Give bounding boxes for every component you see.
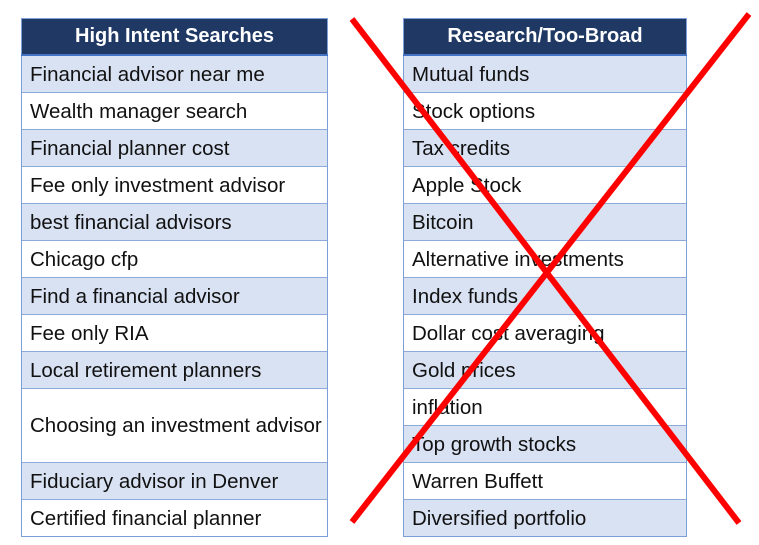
table-cell: Diversified portfolio xyxy=(403,499,687,537)
table-cell: Index funds xyxy=(403,277,687,315)
table-row: Fiduciary advisor in Denver xyxy=(21,462,328,500)
table-row: Warren Buffett xyxy=(403,462,687,500)
table-row: Local retirement planners xyxy=(21,351,328,389)
table-cell: Top growth stocks xyxy=(403,425,687,463)
table-row: Fee only RIA xyxy=(21,314,328,352)
table-row: Gold prices xyxy=(403,351,687,389)
table-cell: Local retirement planners xyxy=(21,351,328,389)
table-row: Find a financial advisor xyxy=(21,277,328,315)
table-row: Financial planner cost xyxy=(21,129,328,167)
table-cell: Alternative investments xyxy=(403,240,687,278)
table-row: Chicago cfp xyxy=(21,240,328,278)
table-row: inflation xyxy=(403,388,687,426)
table-header: Research/Too-Broad xyxy=(403,18,687,56)
table-cell: Financial advisor near me xyxy=(21,54,328,93)
table-cell: Warren Buffett xyxy=(403,462,687,500)
table-row: Top growth stocks xyxy=(403,425,687,463)
table-cell: Stock options xyxy=(403,92,687,130)
table-cell: Gold prices xyxy=(403,351,687,389)
table-cell: best financial advisors xyxy=(21,203,328,241)
table-cell: Wealth manager search xyxy=(21,92,328,130)
table-cell: Certified financial planner xyxy=(21,499,328,537)
research-too-broad-table: Research/Too-Broad Mutual funds Stock op… xyxy=(403,18,687,537)
table-row: best financial advisors xyxy=(21,203,328,241)
table-row: Fee only investment advisor xyxy=(21,166,328,204)
table-cell: Financial planner cost xyxy=(21,129,328,167)
table-row: Wealth manager search xyxy=(21,92,328,130)
table-row: Index funds xyxy=(403,277,687,315)
table-row: Apple Stock xyxy=(403,166,687,204)
table-cell: Choosing an investment advisor xyxy=(21,388,328,463)
table-cell: Dollar cost averaging xyxy=(403,314,687,352)
high-intent-searches-table: High Intent Searches Financial advisor n… xyxy=(21,18,328,537)
table-row: Financial advisor near me xyxy=(21,54,328,93)
table-cell: inflation xyxy=(403,388,687,426)
table-row: Mutual funds xyxy=(403,54,687,93)
table-cell: Find a financial advisor xyxy=(21,277,328,315)
table-row: Alternative investments xyxy=(403,240,687,278)
table-row: Bitcoin xyxy=(403,203,687,241)
table-row: Stock options xyxy=(403,92,687,130)
table-cell: Fiduciary advisor in Denver xyxy=(21,462,328,500)
table-cell: Chicago cfp xyxy=(21,240,328,278)
table-row: Dollar cost averaging xyxy=(403,314,687,352)
table-cell: Bitcoin xyxy=(403,203,687,241)
table-cell: Tax credits xyxy=(403,129,687,167)
table-row: Diversified portfolio xyxy=(403,499,687,537)
table-row: Choosing an investment advisor xyxy=(21,388,328,463)
table-cell: Apple Stock xyxy=(403,166,687,204)
table-cell: Mutual funds xyxy=(403,54,687,93)
table-header: High Intent Searches xyxy=(21,18,328,56)
table-cell: Fee only investment advisor xyxy=(21,166,328,204)
table-cell: Fee only RIA xyxy=(21,314,328,352)
table-row: Tax credits xyxy=(403,129,687,167)
table-row: Certified financial planner xyxy=(21,499,328,537)
